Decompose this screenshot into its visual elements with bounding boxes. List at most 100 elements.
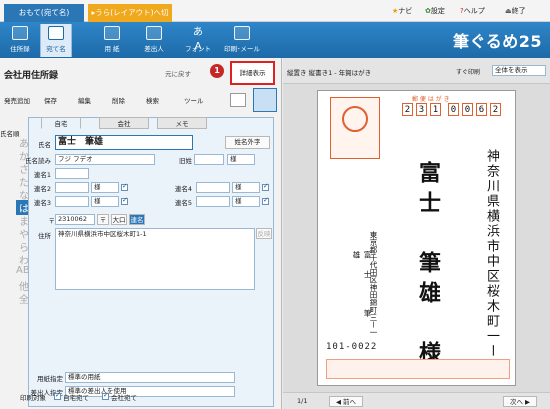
address-book-panel: 会社用住所録 元に戻す 発売追加 保存 編集 削除 検索 ツール 氏名順 あかさ…	[0, 58, 282, 409]
ribbon-print-mail[interactable]: 印刷･メール	[220, 24, 264, 57]
tab-front-address[interactable]: おもて(宛て名)	[4, 4, 84, 22]
help-link[interactable]: ?ヘルプ	[460, 5, 485, 17]
exit-icon: ⏏	[505, 7, 512, 15]
exit-link[interactable]: ⏏終了	[505, 5, 526, 17]
tab-company[interactable]: 会社	[99, 117, 149, 129]
sender-select[interactable]: 標準の差出人を使用	[65, 386, 235, 397]
settings-link[interactable]: ✿設定	[425, 5, 445, 17]
next-button[interactable]: 次へ ▶	[503, 396, 537, 407]
joint-name-field[interactable]	[55, 196, 89, 207]
undo-button[interactable]: 元に戻す	[165, 68, 191, 78]
former-name-label: 旧姓	[179, 157, 192, 165]
print-view-select[interactable]: 全体を表示	[492, 65, 546, 76]
font-icon: あA	[193, 27, 203, 52]
layout-info: 縦置き 縦書き1 - 年賀はがき	[287, 69, 372, 77]
postal-digit: 0	[462, 103, 473, 116]
joint-print-checkbox[interactable]	[121, 196, 128, 205]
joint-print-checkbox[interactable]	[262, 196, 269, 205]
navi-link[interactable]: ★ナビ	[392, 5, 412, 17]
ribbon-paper[interactable]: 用 紙	[96, 24, 128, 57]
joint-name-field[interactable]	[196, 182, 230, 193]
reading-field[interactable]: フジ フデオ	[55, 154, 155, 165]
print-home-label: 自宅宛て	[63, 394, 89, 402]
reading-label: 氏名読み	[25, 157, 51, 165]
address-label: 住所	[38, 232, 51, 240]
print-option-label: すぐ印刷	[456, 69, 481, 76]
joint-suffix-select[interactable]: 様	[91, 182, 119, 193]
print-company-label: 会社宛て	[111, 394, 137, 402]
card-view-icon[interactable]	[253, 88, 277, 112]
former-name-field[interactable]	[194, 154, 224, 165]
joint-name-field[interactable]	[55, 168, 89, 179]
apply-button[interactable]: 反映	[256, 228, 272, 239]
postcard-icon	[48, 26, 64, 40]
page-indicator: 1/1	[297, 397, 308, 405]
postal-digit: 3	[416, 103, 427, 116]
stamp-image	[330, 97, 380, 159]
address-book-icon	[12, 26, 28, 40]
lottery-band	[326, 359, 510, 379]
joint-suffix-select[interactable]: 様	[232, 196, 260, 207]
ribbon-font[interactable]: あA フォント	[180, 24, 216, 57]
detail-view-button[interactable]: 詳細表示	[230, 61, 275, 85]
print-home-checkbox[interactable]	[54, 391, 61, 400]
joint-print-checkbox[interactable]	[121, 182, 128, 191]
sender-postal-code: 101-0022	[326, 342, 378, 352]
postal-lookup-button[interactable]: 〒	[97, 214, 109, 225]
ribbon-sender[interactable]: 差出人	[136, 24, 172, 57]
joint-name-field[interactable]	[55, 182, 89, 193]
address-book-title: 会社用住所録	[4, 71, 59, 81]
prev-button[interactable]: ◀ 前へ	[329, 396, 363, 407]
edit-menu[interactable]: 編集	[78, 96, 91, 106]
joint-name-field[interactable]	[196, 196, 230, 207]
list-view-icon[interactable]	[230, 93, 246, 107]
ribbon-atena[interactable]: 宛て名	[40, 24, 72, 57]
joint-name-label: 連名4	[174, 185, 192, 193]
postal-digit: 2	[402, 103, 413, 116]
postal-digit: 1	[430, 103, 441, 116]
add-button[interactable]: 発売追加	[4, 96, 30, 106]
recipient-address: 神奈川県横浜市中区桜木町一ー一	[484, 149, 499, 374]
sender-name: 富士 筆雄	[352, 251, 372, 329]
stamp-bell-icon	[342, 106, 368, 132]
postal-digit: 2	[490, 103, 501, 116]
delete-button[interactable]: 削除	[112, 96, 125, 106]
address-form: 自宅 会社 メモ 氏名 富士 筆雄 姓名外字 氏名読み フジ フデオ 旧姓 様 …	[25, 117, 274, 407]
paper-select[interactable]: 標準の用紙	[65, 372, 235, 383]
tab-memo[interactable]: メモ	[157, 117, 207, 129]
joint-name-label: 連名2	[33, 185, 51, 193]
joint-name-label: 連名3	[33, 199, 51, 207]
address-field[interactable]: 神奈川県横浜市中区桜木町1-1	[55, 228, 255, 290]
renmei-button[interactable]: 連名	[129, 214, 145, 225]
joint-print-checkbox[interactable]	[262, 182, 269, 191]
recipient-name: 富士 筆雄 様	[415, 161, 441, 371]
postal-field[interactable]: 2310062	[55, 214, 95, 225]
preview-header: 縦置き 縦書き1 - 年賀はがき すぐ印刷 全体を表示	[283, 58, 550, 84]
ribbon-address-book[interactable]: 住所録	[4, 24, 36, 57]
tools-menu[interactable]: ツール	[184, 96, 204, 106]
postal-label: 〒	[48, 217, 56, 225]
tab-back-layout[interactable]: ▸うら(レイアウト)へ切替	[88, 4, 172, 35]
former-suffix-select[interactable]: 様	[227, 154, 255, 165]
gaiji-button[interactable]: 姓名外字	[225, 136, 270, 149]
postal-digit: 0	[448, 103, 459, 116]
postcard-preview: 郵 便 は が き 2310062 神奈川県横浜市中区桜木町一ー一 富士 筆雄 …	[317, 90, 516, 386]
tab-home[interactable]: 自宅	[41, 117, 81, 129]
daikoji-button[interactable]: 大口	[111, 214, 127, 225]
search-menu[interactable]: 検索	[146, 96, 159, 106]
name-field[interactable]: 富士 筆雄	[55, 135, 193, 150]
joint-name-label: 連名1	[33, 171, 51, 179]
joint-suffix-select[interactable]: 様	[91, 196, 119, 207]
ribbon: 住所録 宛て名 用 紙 差出人 あA フォント 印刷･メール 筆ぐるめ25	[0, 22, 550, 58]
postal-digit: 6	[476, 103, 487, 116]
print-company-checkbox[interactable]	[102, 391, 109, 400]
person-icon	[146, 26, 162, 40]
printer-icon	[234, 26, 250, 40]
postcard-title: 郵 便 は が き	[412, 96, 450, 103]
app-brand: 筆ぐるめ25	[453, 32, 542, 51]
print-target-label: 印刷対象	[20, 394, 46, 402]
joint-suffix-select[interactable]: 様	[232, 182, 260, 193]
callout-marker: 1	[210, 64, 224, 78]
save-button[interactable]: 保存	[44, 96, 57, 106]
preview-footer: 1/1 ◀ 前へ 次へ ▶	[283, 392, 550, 409]
